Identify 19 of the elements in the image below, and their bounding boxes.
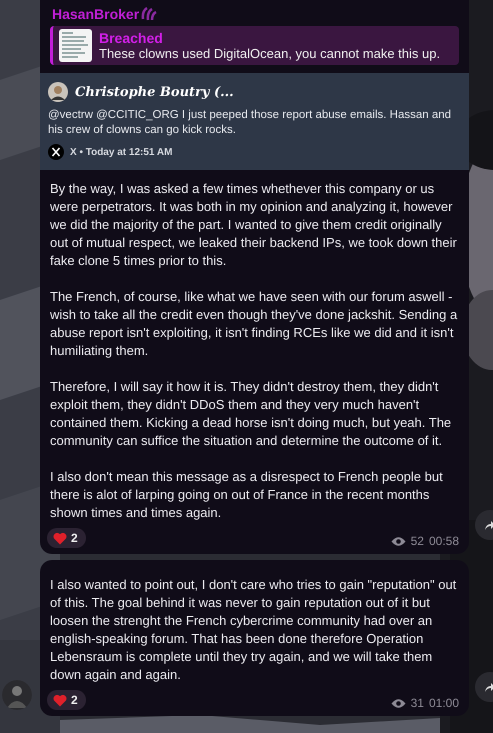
reaction-button[interactable]: 2 (47, 690, 86, 710)
message-text: The French, of course, like what we have seen with our forum aswell - wish to take all the credit even though they've done jackshit. Sending a abuse report isn't exploiting, it isn't finding RCEs like we did and it isn't humiliating them. (50, 288, 458, 360)
embed-text: @vectrw @CCITIC_ORG I just peeped those report abuse emails. Hassan and his crew of clowns can go kick rocks. (48, 108, 452, 138)
reaction-button[interactable]: 2 (47, 528, 86, 548)
message-text: I also don't mean this message as a disrespect to French people but there is alot of larping going on out of France in the recent months shown times and times again. (50, 468, 444, 522)
message-time: 01:00 (428, 696, 459, 710)
message-text: By the way, I was asked a few times whethever this company or us were perpetrators. It was both in my opinion and analyzing it, however we did the majority of the part. I wanted to give them credit originally out of mutual respect, we leaked their backend IPs, we took down their fake clone 5 times prior to this. (50, 180, 458, 270)
link-preview[interactable]: Christophe Boutry (... @vectrw @CCITIC_ORG I just peeped those report abuse emails. Hassan and his crew of clowns can go kick rocks. X • Today at 12:51 AM (40, 73, 469, 170)
message-text: Therefore, I will say it how it is. They didn't destroy them, they didn't exploit them, they didn't DDoS them and they very much haven't contained them. Kicking a dead horse isn't doing much, but yeah. The community can suffice the situation and determine the outcome of it. (50, 378, 452, 450)
reply-title: Breached (99, 30, 164, 46)
reply-text: These clowns used DigitalOcean, you cannot make this up. (99, 46, 440, 61)
message-text: I also wanted to point out, I don't care who tries to gain "reputation" out of this. The goal behind it was never to gain reputation out of it but loosen the strenght the French cybercrime community had over an english-speaking forum. That has been done therefore Operation Lebensraum is complete until they try again, and we will take them down again and again. (50, 576, 458, 684)
view-count: 52 (410, 534, 424, 548)
reply-quote[interactable]: Breached These clowns used DigitalOcean, you cannot make this up. (50, 26, 459, 65)
embed-author: Christophe Boutry (... (75, 84, 234, 100)
message-time: 00:58 (428, 534, 459, 548)
view-count: 31 (410, 696, 424, 710)
author-name[interactable]: HasanBroker (52, 6, 140, 22)
embed-source: X • Today at 12:51 AM (70, 146, 172, 158)
